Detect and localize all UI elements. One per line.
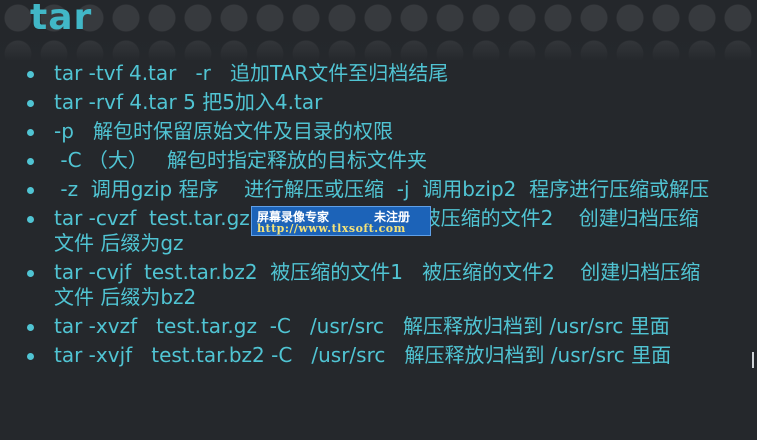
slide-title: tar bbox=[30, 0, 93, 38]
bullet-dot-icon bbox=[27, 187, 34, 194]
bullet-item: tar -tvf 4.tar -r 追加TAR文件至归档结尾 bbox=[24, 61, 714, 86]
bullet-text: -C （大） 解包时指定释放的目标文件夹 bbox=[54, 148, 427, 172]
bullet-item: tar -xvjf test.tar.bz2 -C /usr/src 解压释放归… bbox=[24, 343, 714, 368]
bullet-text: tar -xvjf test.tar.bz2 -C /usr/src 解压释放归… bbox=[54, 343, 672, 367]
bullet-text: tar -rvf 4.tar 5 把5加入4.tar bbox=[54, 90, 323, 114]
bullet-item: tar -xvzf test.tar.gz -C /usr/src 解压释放归档… bbox=[24, 314, 714, 339]
bullet-dot-icon bbox=[27, 158, 34, 165]
text-cursor-icon bbox=[752, 352, 754, 368]
bullet-dot-icon bbox=[27, 216, 34, 223]
bullet-item: tar -rvf 4.tar 5 把5加入4.tar bbox=[24, 90, 714, 115]
bullet-text: tar -xvzf test.tar.gz -C /usr/src 解压释放归档… bbox=[54, 314, 670, 338]
bullet-dot-icon bbox=[27, 100, 34, 107]
bullet-text: -p 解包时保留原始文件及目录的权限 bbox=[54, 119, 393, 143]
bullet-item: -z 调用gzip 程序 进行解压或压缩 -j 调用bzip2 程序进行压缩或解… bbox=[24, 177, 714, 202]
bullet-text: -z 调用gzip 程序 进行解压或压缩 -j 调用bzip2 程序进行压缩或解… bbox=[54, 177, 710, 201]
bullet-item: -p 解包时保留原始文件及目录的权限 bbox=[24, 119, 714, 144]
bullet-text: tar -tvf 4.tar -r 追加TAR文件至归档结尾 bbox=[54, 61, 449, 85]
bullet-dot-icon bbox=[27, 353, 34, 360]
recorder-watermark: 屏幕录像专家 未注册 http://www.tlxsoft.com bbox=[251, 206, 431, 236]
bullet-item: tar -cvjf test.tar.bz2 被压缩的文件1 被压缩的文件2 创… bbox=[24, 260, 714, 310]
bullet-dot-icon bbox=[27, 270, 34, 277]
bullet-dot-icon bbox=[27, 324, 34, 331]
bullet-item: -C （大） 解包时指定释放的目标文件夹 bbox=[24, 148, 714, 173]
presentation-slide: tar tar -tvf 4.tar -r 追加TAR文件至归档结尾 tar -… bbox=[0, 0, 757, 440]
dotted-header-decoration bbox=[0, 0, 757, 62]
bullet-text: tar -cvjf test.tar.bz2 被压缩的文件1 被压缩的文件2 创… bbox=[54, 260, 701, 309]
watermark-url: http://www.tlxsoft.com bbox=[257, 222, 406, 235]
bullet-dot-icon bbox=[27, 71, 34, 78]
bullet-dot-icon bbox=[27, 129, 34, 136]
